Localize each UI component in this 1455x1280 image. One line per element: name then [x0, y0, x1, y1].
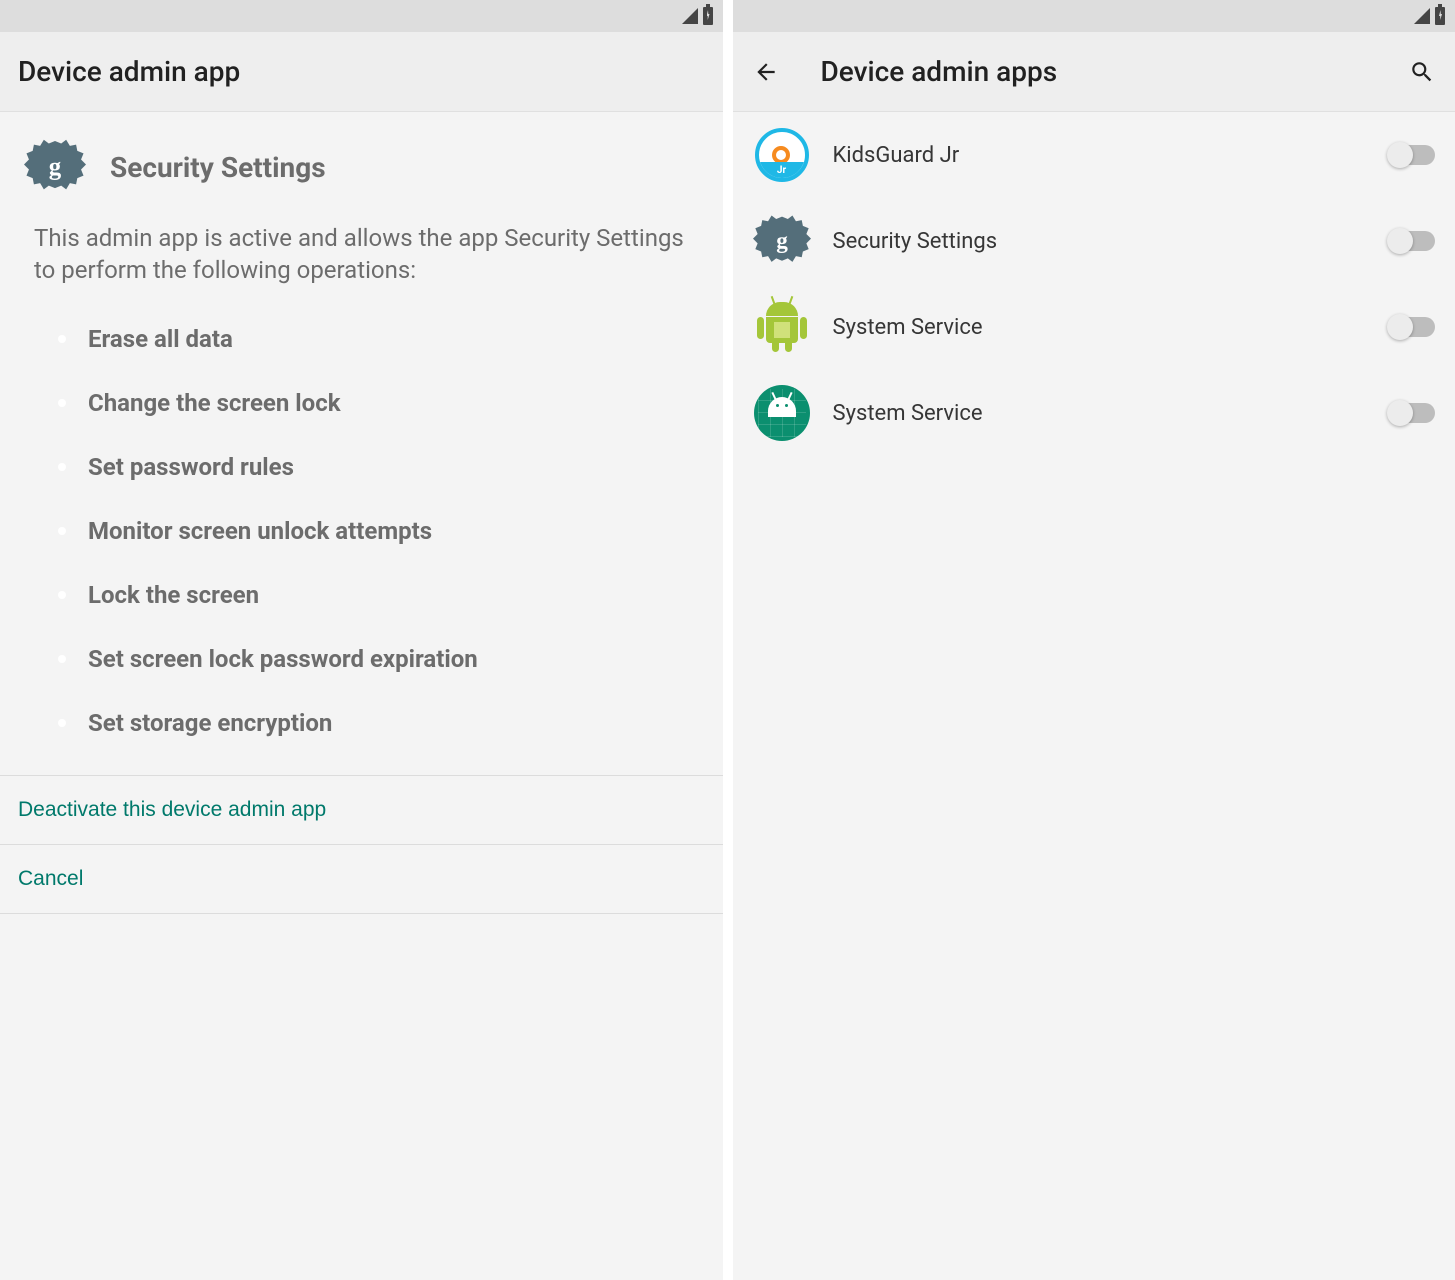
toggle-switch[interactable]	[1389, 145, 1435, 165]
admin-app-label: KidsGuard Jr	[833, 143, 1390, 168]
admin-apps-list: Jr KidsGuard Jr g Security Settings	[733, 112, 1455, 456]
screen-device-admin-list: Device admin apps Jr KidsGuard Jr	[733, 0, 1455, 1280]
content-area: Jr KidsGuard Jr g Security Settings	[733, 112, 1455, 1280]
admin-app-label: System Service	[833, 401, 1390, 426]
operation-item: Set storage encryption	[0, 691, 723, 755]
app-bar: Device admin apps	[733, 32, 1455, 112]
gear-icon: g	[753, 212, 811, 270]
android-bot-icon	[753, 298, 811, 356]
toggle-switch[interactable]	[1389, 317, 1435, 337]
admin-app-row-system-service-1[interactable]: System Service	[733, 284, 1455, 370]
operation-item: Erase all data	[0, 307, 723, 371]
operation-item: Set password rules	[0, 435, 723, 499]
operation-item: Change the screen lock	[0, 371, 723, 435]
app-header: g Security Settings	[0, 112, 723, 212]
bullet-icon	[58, 655, 66, 663]
operation-label: Change the screen lock	[88, 389, 341, 417]
back-button[interactable]	[751, 57, 781, 87]
admin-description: This admin app is active and allows the …	[0, 212, 723, 307]
toggle-switch[interactable]	[1389, 403, 1435, 423]
signal-icon	[1414, 8, 1430, 24]
operation-item: Monitor screen unlock attempts	[0, 499, 723, 563]
bullet-icon	[58, 719, 66, 727]
battery-icon	[703, 7, 713, 25]
gear-icon: g	[24, 136, 86, 198]
admin-app-label: Security Settings	[833, 229, 1390, 254]
status-bar	[733, 0, 1455, 32]
svg-text:g: g	[776, 228, 788, 254]
kidsguard-icon: Jr	[753, 126, 811, 184]
toggle-switch[interactable]	[1389, 231, 1435, 251]
bullet-icon	[58, 399, 66, 407]
app-bar: Device admin app	[0, 32, 723, 112]
signal-icon	[682, 8, 698, 24]
app-name: Security Settings	[110, 151, 326, 184]
admin-app-row-kidsguard[interactable]: Jr KidsGuard Jr	[733, 112, 1455, 198]
admin-app-row-system-service-2[interactable]: System Service	[733, 370, 1455, 456]
admin-app-row-security-settings[interactable]: g Security Settings	[733, 198, 1455, 284]
cancel-button[interactable]: Cancel	[0, 844, 723, 914]
bullet-icon	[58, 527, 66, 535]
page-title: Device admin apps	[821, 55, 1058, 88]
operation-label: Monitor screen unlock attempts	[88, 517, 432, 545]
bullet-icon	[58, 335, 66, 343]
android-circle-icon	[753, 384, 811, 442]
status-bar	[0, 0, 723, 32]
operation-item: Set screen lock password expiration	[0, 627, 723, 691]
content-area: g Security Settings This admin app is ac…	[0, 112, 723, 1280]
operation-label: Erase all data	[88, 325, 233, 353]
svg-text:g: g	[49, 153, 62, 180]
operation-label: Set storage encryption	[88, 709, 332, 737]
admin-app-label: System Service	[833, 315, 1390, 340]
operations-list: Erase all data Change the screen lock Se…	[0, 307, 723, 775]
operation-item: Lock the screen	[0, 563, 723, 627]
battery-icon	[1435, 7, 1445, 25]
operation-label: Set password rules	[88, 453, 294, 481]
deactivate-button[interactable]: Deactivate this device admin app	[0, 775, 723, 844]
page-title: Device admin app	[18, 55, 240, 88]
operation-label: Set screen lock password expiration	[88, 645, 478, 673]
bullet-icon	[58, 463, 66, 471]
operation-label: Lock the screen	[88, 581, 259, 609]
bullet-icon	[58, 591, 66, 599]
search-button[interactable]	[1407, 57, 1437, 87]
screen-device-admin-detail: Device admin app g Security Settings Thi…	[0, 0, 723, 1280]
